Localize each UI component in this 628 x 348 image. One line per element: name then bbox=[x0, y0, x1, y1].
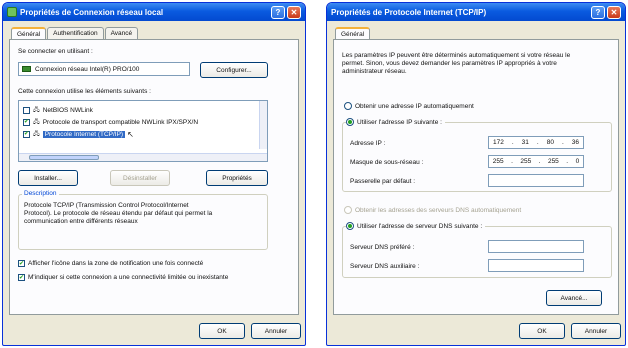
list-item[interactable]: ✔ 🖧 Protocole de transport compatible NW… bbox=[23, 117, 198, 127]
general-panel: Les paramètres IP peuvent être déterminé… bbox=[333, 39, 619, 315]
auto-dns-label: Obtenir les adresses des serveurs DNS au… bbox=[355, 206, 522, 214]
ip-octet: 36 bbox=[571, 139, 579, 146]
protocol-icon: 🖧 bbox=[33, 107, 40, 113]
vertical-scrollbar[interactable] bbox=[259, 101, 267, 149]
gateway-label: Passerelle par défaut : bbox=[350, 178, 416, 185]
auto-ip-radio[interactable] bbox=[344, 102, 352, 110]
components-label: Cette connexion utilise les éléments sui… bbox=[18, 88, 151, 95]
configure-button[interactable]: Configurer... bbox=[200, 62, 268, 78]
help-button[interactable]: ? bbox=[271, 5, 285, 19]
gateway-field[interactable] bbox=[488, 174, 584, 187]
use-dns-radio[interactable] bbox=[346, 222, 354, 230]
list-item-label: Protocole de transport compatible NWLink… bbox=[42, 118, 199, 126]
subnet-mask-field[interactable]: 255. 255. 255. 0 bbox=[488, 155, 584, 168]
limited-checkbox[interactable]: ✔ bbox=[18, 274, 25, 281]
components-list[interactable]: 🖧 NetBIOS NWLink ✔ 🖧 Protocole de transp… bbox=[18, 100, 268, 162]
mask-octet: 255 bbox=[520, 158, 532, 165]
connect-using-label: Se connecter en utilisant : bbox=[18, 48, 93, 55]
adapter-icon bbox=[22, 66, 31, 72]
protocol-icon: 🖧 bbox=[33, 131, 40, 137]
notify-label: Afficher l'icône dans la zone de notific… bbox=[28, 260, 204, 267]
close-button[interactable]: ✕ bbox=[287, 5, 301, 19]
checkbox[interactable] bbox=[23, 106, 30, 114]
auto-dns-option: Obtenir les adresses des serveurs DNS au… bbox=[344, 206, 521, 214]
mask-octet: 255 bbox=[492, 158, 504, 165]
description-title: Description bbox=[22, 190, 59, 197]
list-item[interactable]: 🖧 NetBIOS NWLink bbox=[23, 105, 93, 115]
title-bar[interactable]: Propriétés de Protocole Internet (TCP/IP… bbox=[327, 3, 625, 21]
use-ip-option[interactable]: Utiliser l'adresse IP suivante : bbox=[346, 118, 445, 126]
list-item[interactable]: ✔ 🖧 Protocole Internet (TCP/IP) ↖ bbox=[23, 129, 134, 139]
mask-octet: 255 bbox=[547, 158, 559, 165]
notify-option[interactable]: ✔ Afficher l'icône dans la zone de notif… bbox=[18, 260, 203, 267]
horizontal-scrollbar[interactable] bbox=[19, 153, 267, 161]
notify-checkbox[interactable]: ✔ bbox=[18, 260, 25, 267]
network-icon bbox=[7, 7, 17, 17]
ip-address-label: Adresse IP : bbox=[350, 140, 386, 147]
ip-octet: 80 bbox=[546, 139, 554, 146]
window-title: Propriétés de Connexion réseau local bbox=[20, 7, 164, 17]
limited-option[interactable]: ✔ M'indiquer si cette connexion a une co… bbox=[18, 274, 248, 281]
preferred-dns-field[interactable] bbox=[488, 240, 584, 253]
tcpip-properties-window: Propriétés de Protocole Internet (TCP/IP… bbox=[326, 2, 626, 346]
ip-octet: 172 bbox=[493, 139, 504, 146]
auto-ip-label: Obtenir une adresse IP automatiquement bbox=[355, 102, 474, 110]
ip-octet: 31 bbox=[521, 139, 529, 146]
ip-address-field[interactable]: 172. 31. 80. 36 bbox=[488, 136, 584, 149]
list-item-label-selected: Protocole Internet (TCP/IP) bbox=[42, 130, 126, 138]
connection-properties-window: Propriétés de Connexion réseau local ? ✕… bbox=[2, 2, 306, 346]
adapter-field: Connexion réseau Intel(R) PRO/100 bbox=[18, 62, 190, 76]
checkbox[interactable]: ✔ bbox=[23, 130, 30, 138]
subnet-mask-label: Masque de sous-réseau : bbox=[350, 159, 424, 166]
uninstall-button: Désinstaller bbox=[110, 170, 170, 186]
general-panel: Se connecter en utilisant : Connexion ré… bbox=[9, 39, 299, 315]
install-button[interactable]: Installer... bbox=[18, 170, 78, 186]
auto-ip-option[interactable]: Obtenir une adresse IP automatiquement bbox=[344, 102, 474, 110]
list-item-label: NetBIOS NWLink bbox=[42, 106, 93, 114]
close-button[interactable]: ✕ bbox=[607, 5, 621, 19]
mouse-cursor-icon: ↖ bbox=[127, 129, 134, 139]
cancel-button[interactable]: Annuler bbox=[571, 323, 621, 339]
alternate-dns-field[interactable] bbox=[488, 259, 584, 272]
title-bar[interactable]: Propriétés de Connexion réseau local ? ✕ bbox=[3, 3, 305, 21]
window-title: Propriétés de Protocole Internet (TCP/IP… bbox=[331, 7, 487, 17]
adapter-name: Connexion réseau Intel(R) PRO/100 bbox=[35, 65, 140, 73]
ok-button[interactable]: OK bbox=[199, 323, 245, 339]
properties-button[interactable]: Propriétés bbox=[206, 170, 268, 186]
preferred-dns-label: Serveur DNS préféré : bbox=[350, 244, 415, 251]
protocol-icon: 🖧 bbox=[33, 119, 40, 125]
description-text: Protocole TCP/IP (Transmission Control P… bbox=[24, 202, 213, 225]
cancel-button[interactable]: Annuler bbox=[251, 323, 301, 339]
use-ip-radio[interactable] bbox=[346, 118, 354, 126]
use-dns-label: Utiliser l'adresse de serveur DNS suivan… bbox=[357, 222, 483, 230]
auto-dns-radio bbox=[344, 206, 352, 214]
mask-octet: 0 bbox=[575, 158, 580, 165]
alternate-dns-label: Serveur DNS auxiliaire : bbox=[350, 263, 420, 270]
limited-label: M'indiquer si cette connexion a une conn… bbox=[28, 274, 229, 281]
checkbox[interactable]: ✔ bbox=[23, 118, 30, 126]
intro-text: Les paramètres IP peuvent être déterminé… bbox=[342, 52, 571, 75]
use-dns-option[interactable]: Utiliser l'adresse de serveur DNS suivan… bbox=[346, 222, 486, 230]
scroll-thumb[interactable] bbox=[29, 155, 99, 160]
advanced-button[interactable]: Avancé... bbox=[546, 290, 602, 306]
help-button[interactable]: ? bbox=[591, 5, 605, 19]
use-ip-label: Utiliser l'adresse IP suivante : bbox=[357, 118, 442, 126]
ok-button[interactable]: OK bbox=[519, 323, 565, 339]
